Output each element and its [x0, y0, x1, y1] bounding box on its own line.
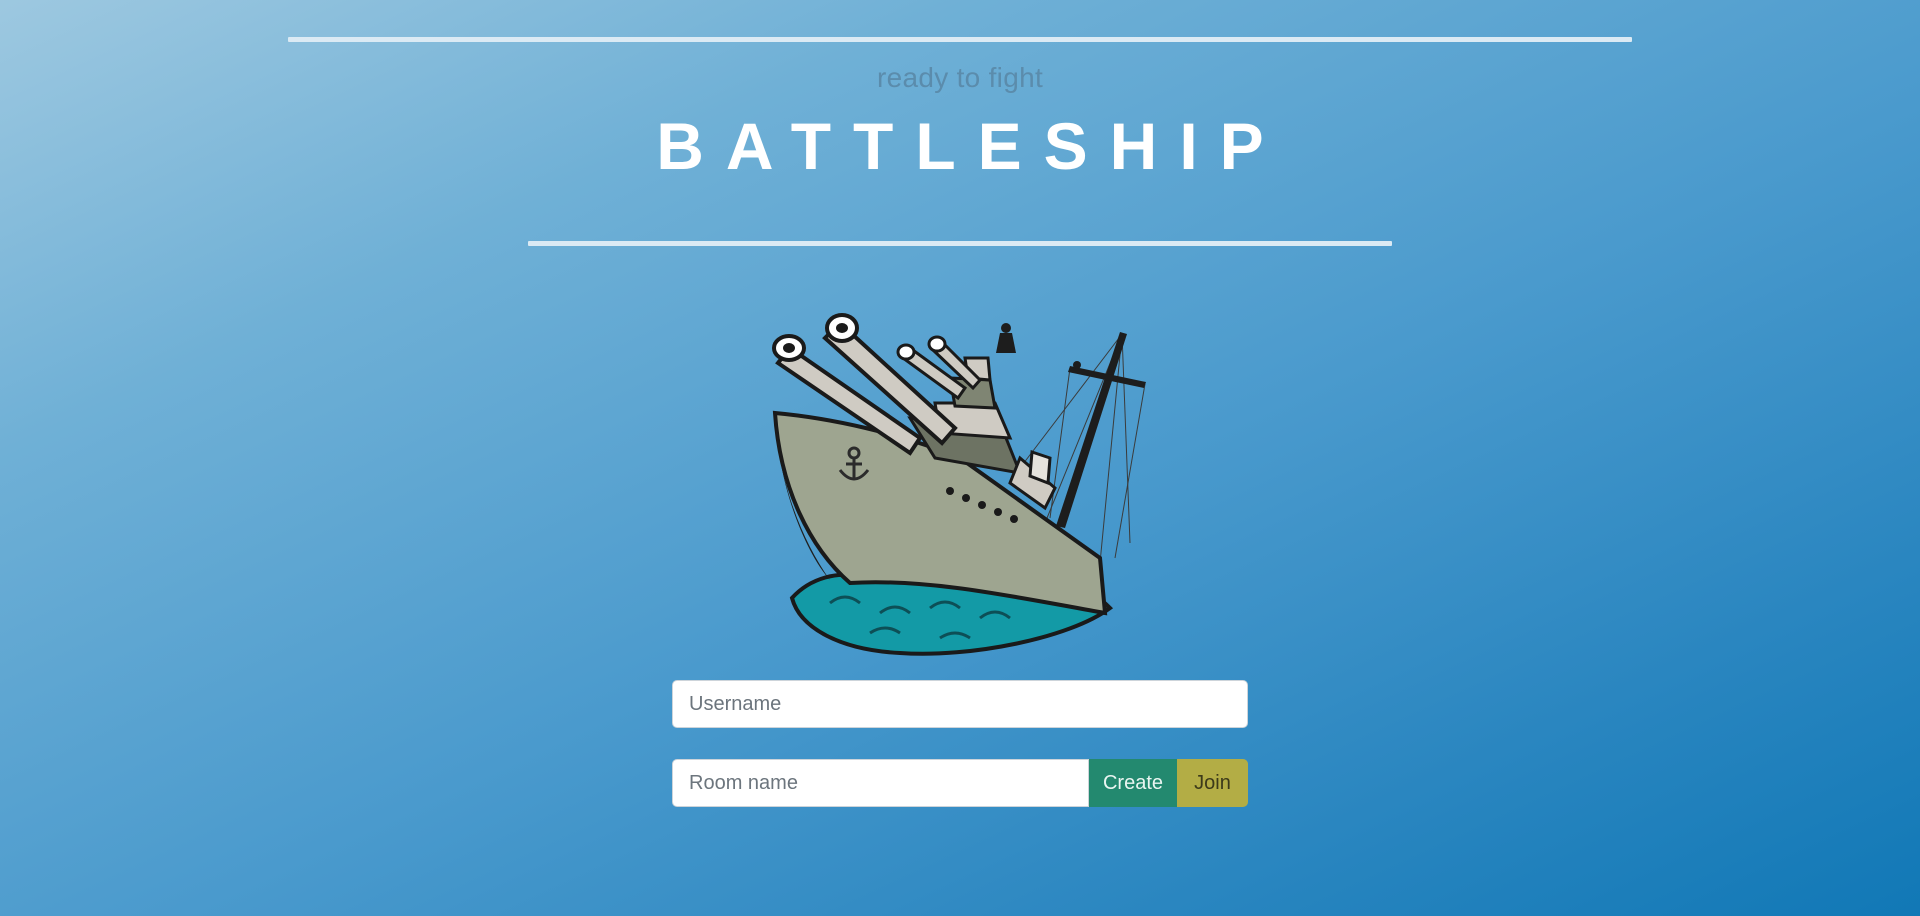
username-input[interactable]	[672, 680, 1248, 728]
page-title: BATTLESHIP	[656, 109, 1286, 183]
bottom-divider	[528, 241, 1392, 246]
battleship-icon	[772, 313, 1146, 656]
create-room-button[interactable]: Create	[1089, 759, 1177, 807]
lookout-figure	[996, 323, 1016, 353]
join-room-button[interactable]: Join	[1177, 759, 1248, 807]
room-name-input[interactable]	[672, 759, 1089, 807]
top-divider	[288, 37, 1632, 42]
page-subtitle: ready to fight	[876, 62, 1044, 93]
